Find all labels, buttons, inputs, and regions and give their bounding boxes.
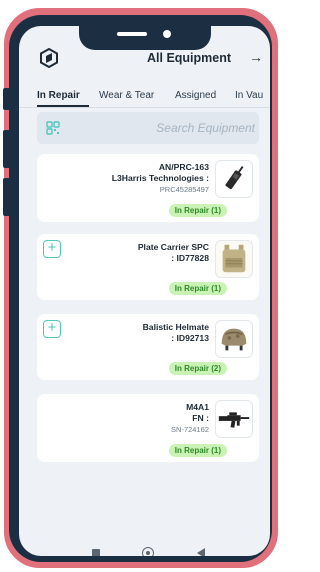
card-info: M4A1 FN : SN-724162 xyxy=(49,402,209,435)
equipment-id: : ID77828 xyxy=(171,253,209,263)
equipment-card[interactable]: + Plate Carrier SPC : ID77828 In Repair … xyxy=(37,234,259,300)
speaker xyxy=(117,32,147,36)
card-info: Plate Carrier SPC : ID77828 xyxy=(49,242,209,264)
status-badge: In Repair (1) xyxy=(168,204,227,217)
side-button xyxy=(3,130,10,168)
equipment-name: Balistic Helmate xyxy=(142,322,209,332)
side-button xyxy=(3,88,10,110)
equipment-name: AN/PRC-163 xyxy=(158,162,209,172)
tab-in-repair[interactable]: In Repair xyxy=(37,90,80,101)
search-input[interactable] xyxy=(71,119,255,137)
recent-apps-icon[interactable] xyxy=(92,549,100,556)
equipment-name: Plate Carrier SPC xyxy=(137,242,209,252)
home-icon[interactable] xyxy=(142,547,154,556)
app-logo-icon[interactable] xyxy=(39,48,59,68)
plate-carrier-icon xyxy=(215,240,253,278)
header: All Equipment → xyxy=(19,44,270,74)
camera xyxy=(163,30,171,38)
scan-icon[interactable] xyxy=(46,121,60,135)
tab-bar: In Repair Wear & Tear Assigned In Vau xyxy=(19,86,270,108)
tab-assigned[interactable]: Assigned xyxy=(175,90,216,101)
arrow-right-icon[interactable]: → xyxy=(249,49,263,65)
equipment-card[interactable]: + Balistic Helmate : ID92713 In Repair (… xyxy=(37,314,259,380)
equipment-id: : ID92713 xyxy=(171,333,209,343)
page-title: All Equipment xyxy=(147,51,232,65)
equipment-manufacturer: L3Harris Technologies : xyxy=(111,173,209,183)
equipment-serial: PRC45285497 xyxy=(159,185,209,194)
equipment-card[interactable]: M4A1 FN : SN-724162 In Repair (1) xyxy=(37,394,259,462)
equipment-manufacturer: FN : xyxy=(192,413,209,423)
side-button xyxy=(3,178,10,216)
active-tab-indicator xyxy=(37,105,89,107)
tab-in-vault[interactable]: In Vau xyxy=(235,90,263,101)
radio-icon xyxy=(215,160,253,198)
system-nav-bar xyxy=(19,544,270,556)
card-info: Balistic Helmate : ID92713 xyxy=(49,322,209,344)
status-badge: In Repair (1) xyxy=(168,444,227,457)
screen: All Equipment → In Repair Wear & Tear As… xyxy=(19,26,270,556)
equipment-name: M4A1 xyxy=(186,402,209,412)
helmet-icon xyxy=(215,320,253,358)
equipment-card[interactable]: AN/PRC-163 L3Harris Technologies : PRC45… xyxy=(37,154,259,222)
status-badge: In Repair (2) xyxy=(168,362,227,375)
search-bar xyxy=(37,112,259,144)
card-info: AN/PRC-163 L3Harris Technologies : PRC45… xyxy=(49,162,209,195)
rifle-icon xyxy=(215,400,253,438)
equipment-serial: SN-724162 xyxy=(171,425,209,434)
status-badge: In Repair (1) xyxy=(168,282,227,295)
back-icon[interactable] xyxy=(197,548,205,556)
tab-wear-and-tear[interactable]: Wear & Tear xyxy=(99,90,154,101)
